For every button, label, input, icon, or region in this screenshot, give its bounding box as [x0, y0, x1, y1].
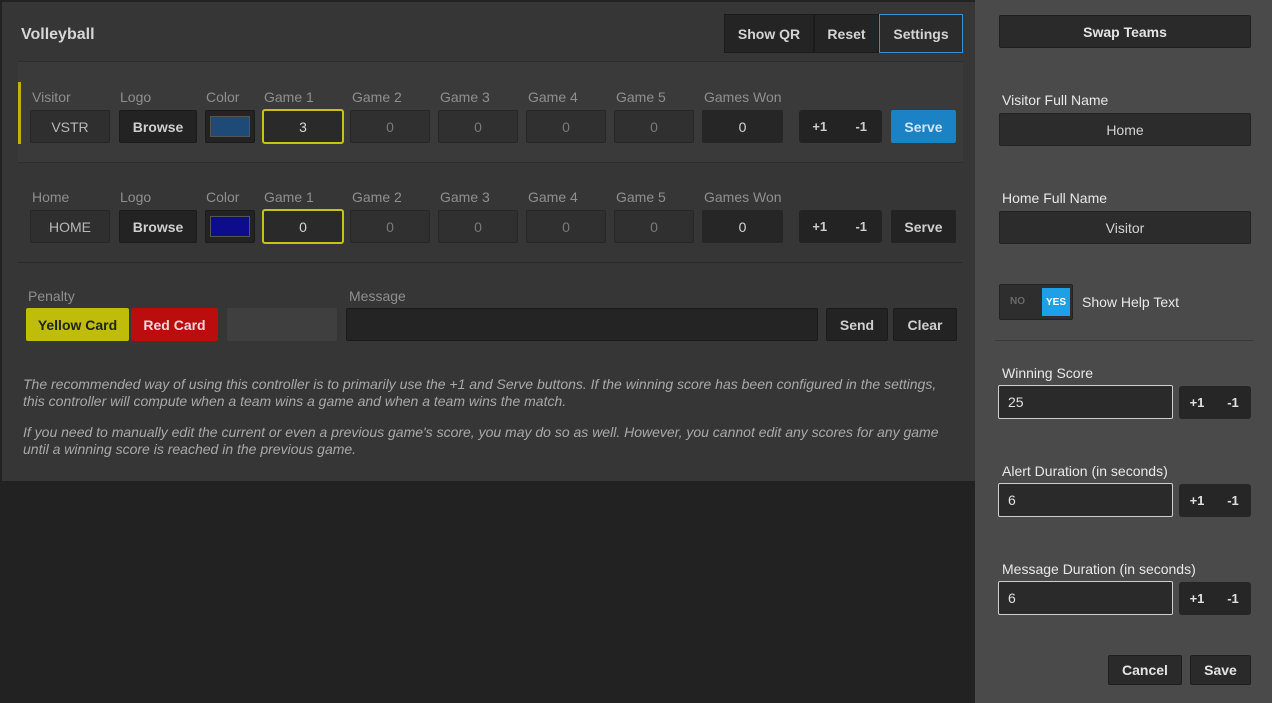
scoreboard-panel: Volleyball Show QR Reset Settings Visito…	[2, 2, 975, 481]
game3-column-label: Game 3	[440, 189, 490, 205]
clear-message-button[interactable]: Clear	[893, 308, 957, 341]
home-plus-one-button[interactable]: +1	[799, 210, 841, 243]
home-full-name-label: Home Full Name	[1002, 190, 1108, 206]
alert-duration-stepper: +1 -1	[1179, 484, 1251, 517]
visitor-row: Visitor Logo Color Game 1 Game 2 Game 3 …	[18, 61, 963, 163]
home-logo-browse-button[interactable]: Browse	[119, 210, 197, 243]
visitor-game2-input[interactable]: 0	[350, 110, 430, 143]
home-game2-input[interactable]: 0	[350, 210, 430, 243]
cancel-button[interactable]: Cancel	[1108, 655, 1182, 685]
toolbar: Show QR Reset Settings	[724, 14, 963, 53]
home-game4-input[interactable]: 0	[526, 210, 606, 243]
swap-teams-button[interactable]: Swap Teams	[999, 15, 1251, 48]
visitor-logo-browse-button[interactable]: Browse	[119, 110, 197, 143]
save-button[interactable]: Save	[1190, 655, 1251, 685]
color-column-label: Color	[206, 89, 240, 105]
game1-column-label: Game 1	[264, 89, 314, 105]
home-game5-input[interactable]: 0	[614, 210, 694, 243]
color-column-label: Color	[206, 189, 240, 205]
red-card-button[interactable]: Red Card	[131, 308, 218, 341]
toggle-yes-label: YES	[1042, 288, 1070, 316]
game2-column-label: Game 2	[352, 89, 402, 105]
games-won-column-label: Games Won	[704, 189, 782, 205]
help-paragraph-2: If you need to manually edit the current…	[23, 424, 939, 457]
game1-column-label: Game 1	[264, 189, 314, 205]
home-full-name-input[interactable]: Visitor	[999, 211, 1251, 244]
message-duration-input[interactable]: 6	[998, 581, 1173, 615]
home-serve-button[interactable]: Serve	[891, 210, 956, 243]
settings-sidebar: Swap Teams Visitor Full Name Home Home F…	[975, 0, 1272, 703]
help-paragraph-1: The recommended way of using this contro…	[23, 376, 937, 409]
alert-duration-minus-button[interactable]: -1	[1215, 484, 1251, 517]
show-qr-button[interactable]: Show QR	[724, 14, 814, 53]
settings-button[interactable]: Settings	[879, 14, 963, 53]
home-color-swatch	[210, 216, 250, 237]
penalty-label: Penalty	[28, 288, 75, 304]
visitor-code-input[interactable]: VSTR	[30, 110, 110, 143]
home-game3-input[interactable]: 0	[438, 210, 518, 243]
page-title: Volleyball	[21, 26, 95, 43]
home-game1-input[interactable]: 0	[262, 209, 344, 244]
visitor-game5-input[interactable]: 0	[614, 110, 694, 143]
games-won-column-label: Games Won	[704, 89, 782, 105]
alert-duration-input[interactable]: 6	[998, 483, 1173, 517]
game5-column-label: Game 5	[616, 89, 666, 105]
game2-column-label: Game 2	[352, 189, 402, 205]
home-code-input[interactable]: HOME	[30, 210, 110, 243]
app: Volleyball Show QR Reset Settings Visito…	[0, 0, 1272, 703]
message-duration-label: Message Duration (in seconds)	[1002, 561, 1196, 577]
winning-score-minus-button[interactable]: -1	[1215, 386, 1251, 419]
home-games-won-input[interactable]: 0	[702, 210, 783, 243]
game3-column-label: Game 3	[440, 89, 490, 105]
home-score-stepper: +1 -1	[799, 210, 882, 243]
visitor-game3-input[interactable]: 0	[438, 110, 518, 143]
home-row: Home Logo Color Game 1 Game 2 Game 3 Gam…	[18, 163, 963, 265]
visitor-color-picker[interactable]	[205, 110, 255, 143]
section-divider	[18, 262, 963, 263]
help-text-toggle-label: Show Help Text	[1082, 294, 1180, 310]
game5-column-label: Game 5	[616, 189, 666, 205]
winning-score-label: Winning Score	[1002, 365, 1094, 381]
visitor-label: Visitor	[32, 89, 71, 105]
visitor-full-name-input[interactable]: Home	[999, 113, 1251, 146]
visitor-serve-button[interactable]: Serve	[891, 110, 956, 143]
serving-indicator	[18, 82, 21, 144]
visitor-color-swatch	[210, 116, 250, 137]
alert-duration-label: Alert Duration (in seconds)	[1002, 463, 1168, 479]
yellow-card-button[interactable]: Yellow Card	[26, 308, 129, 341]
message-input[interactable]	[346, 308, 818, 341]
toggle-no-label: NO	[1010, 296, 1025, 307]
home-label: Home	[32, 189, 70, 205]
visitor-full-name-label: Visitor Full Name	[1002, 92, 1109, 108]
logo-column-label: Logo	[120, 189, 152, 205]
send-message-button[interactable]: Send	[826, 308, 888, 341]
message-duration-stepper: +1 -1	[1179, 582, 1251, 615]
logo-column-label: Logo	[120, 89, 152, 105]
help-text-toggle[interactable]: NO YES	[999, 284, 1073, 320]
settings-divider	[995, 340, 1254, 341]
message-duration-minus-button[interactable]: -1	[1215, 582, 1251, 615]
visitor-minus-one-button[interactable]: -1	[841, 110, 883, 143]
penalty-display	[227, 308, 337, 341]
home-color-picker[interactable]	[205, 210, 255, 243]
home-minus-one-button[interactable]: -1	[841, 210, 883, 243]
alert-duration-plus-button[interactable]: +1	[1179, 484, 1215, 517]
visitor-game4-input[interactable]: 0	[526, 110, 606, 143]
game4-column-label: Game 4	[528, 89, 578, 105]
winning-score-plus-button[interactable]: +1	[1179, 386, 1215, 419]
visitor-games-won-input[interactable]: 0	[702, 110, 783, 143]
winning-score-input[interactable]: 25	[998, 385, 1173, 419]
winning-score-stepper: +1 -1	[1179, 386, 1251, 419]
message-label: Message	[349, 288, 406, 304]
visitor-game1-input[interactable]: 3	[262, 109, 344, 144]
message-duration-plus-button[interactable]: +1	[1179, 582, 1215, 615]
visitor-score-stepper: +1 -1	[799, 110, 882, 143]
reset-button[interactable]: Reset	[814, 14, 879, 53]
visitor-plus-one-button[interactable]: +1	[799, 110, 841, 143]
game4-column-label: Game 4	[528, 189, 578, 205]
